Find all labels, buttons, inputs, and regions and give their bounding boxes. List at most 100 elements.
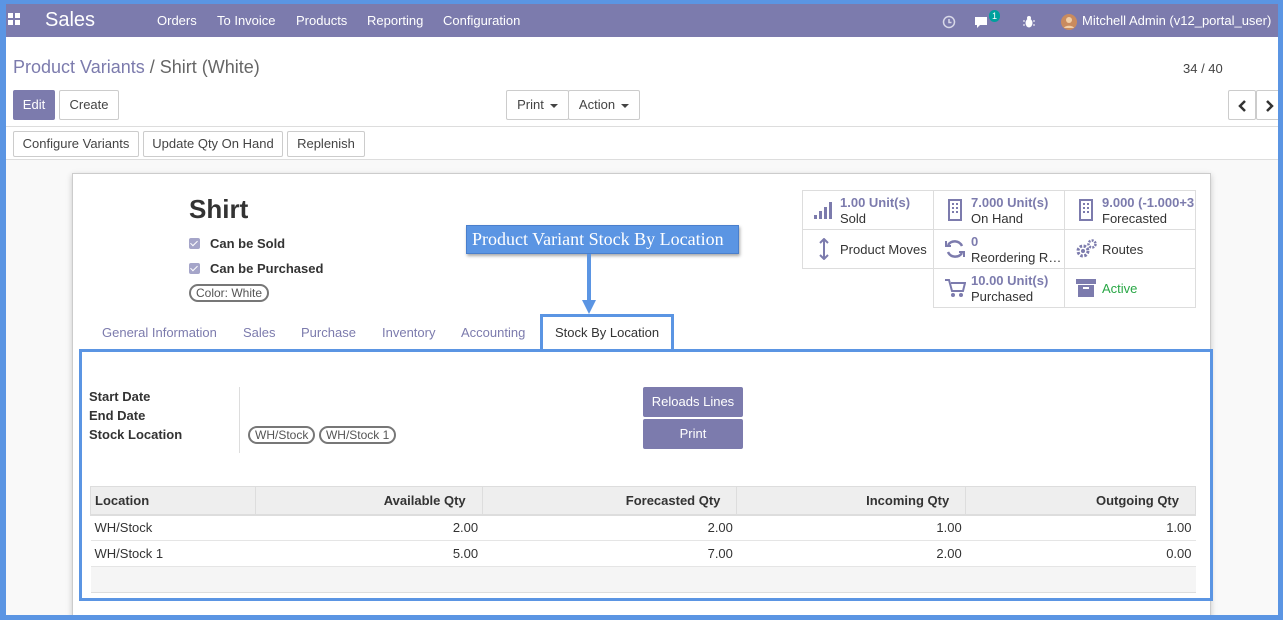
column-header-forecasted-qty[interactable]: Forecasted Qty <box>481 486 738 516</box>
purchased-label: Purchased <box>971 289 1034 304</box>
reordering-label: Reordering Rules <box>971 250 1063 265</box>
building-icon <box>948 199 962 221</box>
pager-previous-button[interactable] <box>1228 90 1256 120</box>
on-hand-value: 7.000 Unit(s) <box>971 195 1049 210</box>
chevron-right-icon <box>1266 99 1274 112</box>
bar-chart-icon <box>814 202 832 219</box>
notebook-tabs: General Information Sales Purchase Inven… <box>82 314 1202 350</box>
action-dropdown-label: Action <box>578 97 616 112</box>
end-date-label: End Date <box>89 408 146 423</box>
field-divider <box>239 387 240 453</box>
purchased-smart-button[interactable]: 10.00 Unit(s) Purchased <box>933 268 1065 308</box>
chat-icon[interactable]: 1 <box>974 4 1001 37</box>
print-lines-button[interactable]: Print <box>643 419 743 449</box>
location-cell: WH/Stock <box>90 514 256 541</box>
table-row[interactable]: WH/Stock 2.00 2.00 1.00 1.00 <box>90 514 1196 541</box>
breadcrumb-parent[interactable]: Product Variants <box>13 57 145 77</box>
can-be-sold-row[interactable]: Can be Sold <box>189 236 285 251</box>
forecasted-qty-cell: 7.00 <box>482 540 737 567</box>
tab-sales[interactable]: Sales <box>243 316 276 350</box>
tab-general-information[interactable]: General Information <box>102 316 217 350</box>
stock-location-tags[interactable]: WH/Stock WH/Stock 1 <box>248 426 397 444</box>
cogs-icon <box>1076 239 1097 258</box>
activity-clock-icon[interactable] <box>942 4 956 37</box>
table-footer-row <box>90 566 1196 593</box>
menu-configuration[interactable]: Configuration <box>443 4 520 37</box>
building-icon <box>1079 199 1093 221</box>
menu-reporting[interactable]: Reporting <box>367 4 423 37</box>
reordering-rules-smart-button[interactable]: 0 Reordering Rules <box>933 229 1065 269</box>
chat-count-badge: 1 <box>989 10 1001 22</box>
reordering-value: 0 <box>971 234 979 249</box>
update-qty-button[interactable]: Update Qty On Hand <box>143 131 283 157</box>
forecasted-smart-button[interactable]: 9.000 (-1.000+3 Forecasted <box>1064 190 1196 230</box>
outgoing-qty-cell: 0.00 <box>965 540 1196 567</box>
apps-grid-icon[interactable] <box>8 13 22 27</box>
stock-location-label: Stock Location <box>89 427 183 442</box>
annotation-arrow-head <box>582 300 596 314</box>
start-date-label: Start Date <box>89 389 151 404</box>
print-dropdown-label: Print <box>517 97 544 112</box>
stock-by-location-panel: Start Date End Date Stock Location WH/St… <box>79 349 1213 601</box>
app-title[interactable]: Sales <box>45 4 95 37</box>
tab-purchase[interactable]: Purchase <box>301 316 356 350</box>
menu-orders[interactable]: Orders <box>157 4 197 37</box>
debug-bug-icon[interactable] <box>1023 4 1035 37</box>
pager-next-button[interactable] <box>1256 90 1278 120</box>
user-menu[interactable]: Mitchell Admin (v12_portal_user) <box>1082 4 1271 37</box>
breadcrumb-separator: / <box>149 57 155 77</box>
product-moves-label: Product Moves <box>840 242 927 257</box>
caret-down-icon <box>549 103 558 108</box>
column-header-available-qty[interactable]: Available Qty <box>254 486 483 516</box>
user-avatar[interactable] <box>1061 4 1077 37</box>
refresh-icon <box>945 240 965 258</box>
routes-label: Routes <box>1102 242 1144 257</box>
shopping-cart-icon <box>945 279 966 297</box>
arrows-vertical-icon <box>819 238 829 260</box>
archive-box-icon <box>1076 279 1096 297</box>
smart-buttons: 1.00 Unit(s) Sold 7.000 Unit(s) On Hand … <box>802 190 1196 308</box>
can-be-sold-label: Can be Sold <box>210 236 286 251</box>
column-header-outgoing-qty[interactable]: Outgoing Qty <box>965 486 1196 516</box>
annotation-callout: Product Variant Stock By Location <box>466 225 739 254</box>
configure-variants-button[interactable]: Configure Variants <box>13 131 139 157</box>
routes-smart-button[interactable]: Routes <box>1064 229 1196 269</box>
checkbox-checked-icon[interactable] <box>189 263 200 274</box>
product-moves-smart-button[interactable]: Product Moves <box>802 229 934 269</box>
menu-to-invoice[interactable]: To Invoice <box>217 4 276 37</box>
reload-lines-button[interactable]: Reloads Lines <box>643 387 743 417</box>
active-label: Active <box>1102 281 1138 296</box>
tab-inventory[interactable]: Inventory <box>382 316 435 350</box>
form-header: Configure Variants Update Qty On Hand Re… <box>6 127 1278 160</box>
outgoing-qty-cell: 1.00 <box>965 514 1196 541</box>
menu-products[interactable]: Products <box>296 4 347 37</box>
column-header-location[interactable]: Location <box>90 486 256 516</box>
incoming-qty-cell: 1.00 <box>736 514 966 541</box>
sold-label: Sold <box>840 211 867 226</box>
caret-down-icon <box>621 103 630 108</box>
available-qty-cell: 5.00 <box>255 540 483 567</box>
active-toggle-smart-button[interactable]: Active <box>1064 268 1196 308</box>
action-dropdown[interactable]: Action <box>568 90 640 120</box>
tab-stock-by-location[interactable]: Stock By Location <box>540 314 675 350</box>
control-panel: Product Variants / Shirt (White) Edit Cr… <box>6 37 1278 127</box>
location-tag[interactable]: WH/Stock <box>248 426 316 444</box>
breadcrumb-current: Shirt (White) <box>159 57 260 77</box>
breadcrumb: Product Variants / Shirt (White) <box>13 57 260 78</box>
can-be-purchased-row[interactable]: Can be Purchased <box>189 261 323 276</box>
variant-attribute-tag: Color: White <box>189 284 270 302</box>
table-row[interactable]: WH/Stock 1 5.00 7.00 2.00 0.00 <box>90 540 1196 567</box>
sold-smart-button[interactable]: 1.00 Unit(s) Sold <box>802 190 934 230</box>
replenish-button[interactable]: Replenish <box>287 131 365 157</box>
app-frame: Sales Orders To Invoice Products Reporti… <box>6 4 1278 615</box>
on-hand-smart-button[interactable]: 7.000 Unit(s) On Hand <box>933 190 1065 230</box>
available-qty-cell: 2.00 <box>255 514 483 541</box>
forecasted-value: 9.000 (-1.000+3 <box>1102 195 1194 210</box>
column-header-incoming-qty[interactable]: Incoming Qty <box>736 486 967 516</box>
edit-button[interactable]: Edit <box>13 90 55 120</box>
location-tag[interactable]: WH/Stock 1 <box>318 426 397 444</box>
tab-accounting[interactable]: Accounting <box>461 316 525 350</box>
checkbox-checked-icon[interactable] <box>189 238 200 249</box>
print-dropdown[interactable]: Print <box>506 90 569 120</box>
create-button[interactable]: Create <box>59 90 119 120</box>
